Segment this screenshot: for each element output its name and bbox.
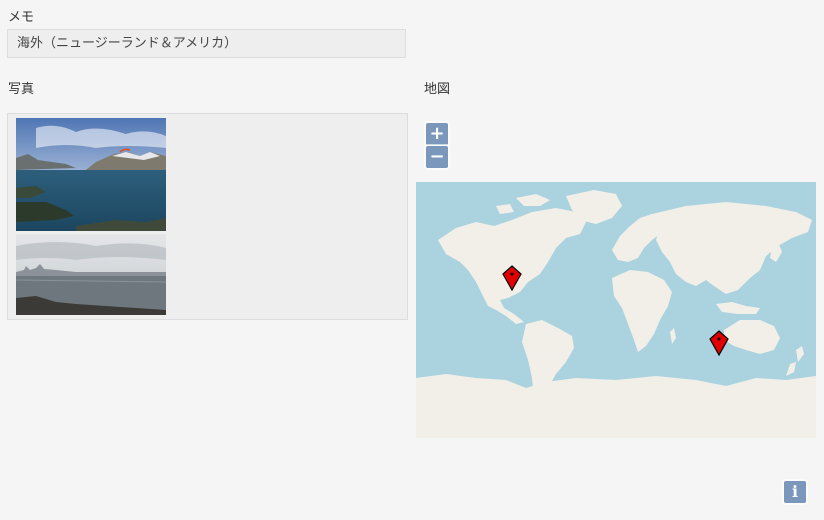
lake-mountain-photo[interactable]	[16, 118, 166, 231]
memo-label: メモ	[8, 10, 35, 25]
antarctica-land	[416, 374, 816, 438]
photo-gallery	[7, 113, 408, 320]
map-label: 地図	[424, 82, 451, 97]
bay-city-photo[interactable]	[16, 234, 166, 315]
memo-field[interactable]: 海外（ニュージーランド＆アメリカ）	[7, 29, 406, 58]
zoom-out-button[interactable]: −	[426, 146, 448, 168]
photo-label: 写真	[8, 82, 35, 97]
zoom-in-button[interactable]: +	[426, 123, 448, 145]
info-icon[interactable]: i	[784, 481, 806, 503]
world-map[interactable]	[416, 182, 816, 438]
